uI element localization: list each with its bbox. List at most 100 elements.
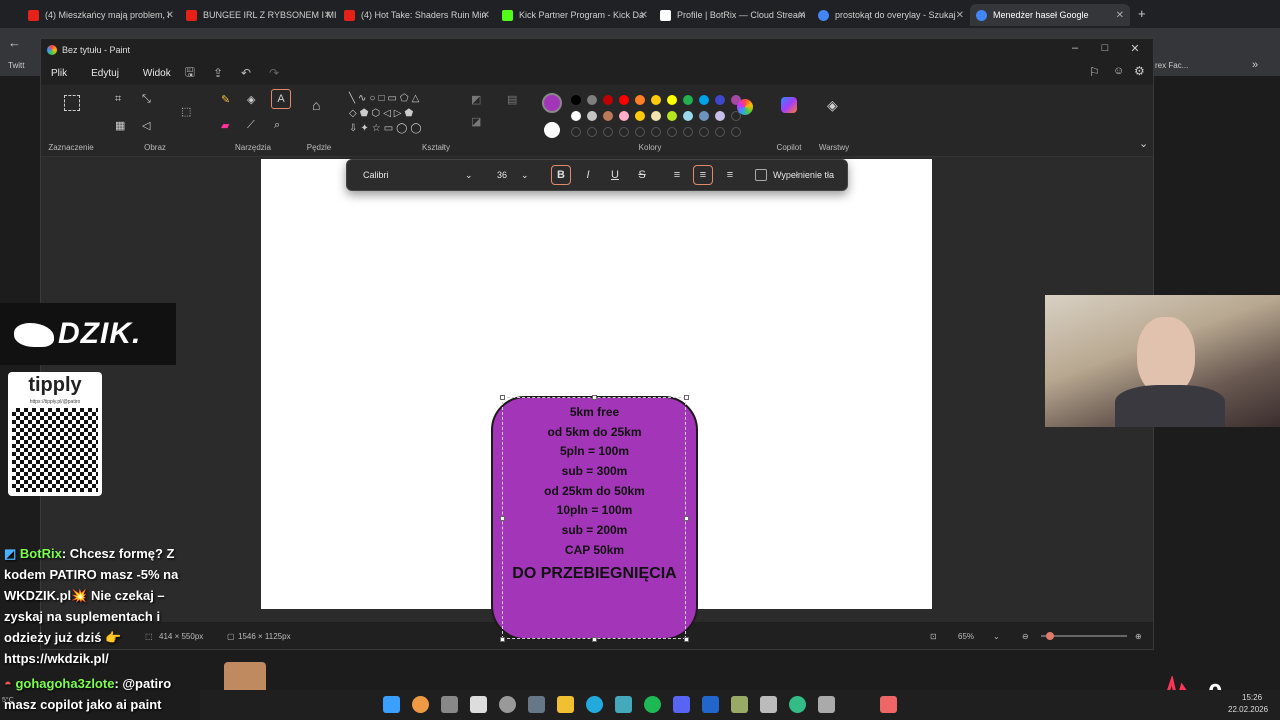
color-picker-icon[interactable]: ⟋: [247, 119, 255, 132]
close-icon[interactable]: ✕: [640, 10, 648, 21]
color-swatch[interactable]: [587, 95, 597, 105]
app-icon[interactable]: [470, 696, 487, 713]
color-swatch[interactable]: [699, 95, 709, 105]
browser-tab[interactable]: prostokąt do overylay - Szukaj ✕: [812, 4, 970, 26]
fill-background-checkbox[interactable]: [755, 169, 767, 181]
browser-tab[interactable]: (4) Mieszkańcy mają problem, i ✕: [22, 4, 180, 26]
back-icon[interactable]: ←: [8, 35, 21, 50]
color-swatch[interactable]: [603, 111, 613, 121]
font-family-select[interactable]: Calibri ⌄: [363, 160, 483, 190]
save-icon[interactable]: 🖫: [185, 63, 195, 84]
gear-icon[interactable]: ⚙: [1134, 64, 1145, 78]
text-tool-icon[interactable]: A: [271, 89, 291, 109]
fill-icon[interactable]: ◈: [247, 93, 255, 106]
color-swatch[interactable]: [651, 111, 661, 121]
color-swatch[interactable]: [715, 95, 725, 105]
resize-handle[interactable]: [500, 395, 505, 400]
close-icon[interactable]: ✕: [1121, 42, 1149, 55]
color-swatch[interactable]: [619, 111, 629, 121]
share-icon[interactable]: ⇪: [213, 66, 223, 80]
underline-icon[interactable]: U: [605, 165, 625, 185]
layers-icon[interactable]: ◈: [827, 97, 838, 114]
fit-to-window-icon[interactable]: ⊡: [930, 632, 937, 641]
browser-tab[interactable]: (4) Hot Take: Shaders Ruin Min ✕: [338, 4, 496, 26]
copilot-icon[interactable]: [781, 97, 797, 113]
bookmark-item[interactable]: Twitt: [8, 61, 24, 70]
outline-icon[interactable]: ◩: [471, 93, 481, 106]
steam-icon[interactable]: [528, 696, 545, 713]
custom-color-slot[interactable]: [635, 127, 645, 137]
menu-view[interactable]: Widok: [143, 68, 171, 79]
color-swatch[interactable]: [635, 95, 645, 105]
close-icon[interactable]: ✕: [166, 10, 174, 21]
bookmark-item[interactable]: rex Fac...: [1155, 61, 1188, 70]
color-swatch[interactable]: [571, 95, 581, 105]
primary-color-swatch[interactable]: [542, 93, 562, 113]
spotify-icon[interactable]: [644, 696, 661, 713]
app-icon[interactable]: [499, 696, 516, 713]
maximize-icon[interactable]: □: [1091, 42, 1119, 54]
app-icon[interactable]: [441, 696, 458, 713]
chevron-down-icon[interactable]: ⌄: [1139, 137, 1148, 150]
edit-colors-icon[interactable]: [737, 99, 753, 115]
italic-icon[interactable]: I: [578, 165, 598, 185]
color-swatch[interactable]: [587, 111, 597, 121]
bold-icon[interactable]: B: [551, 165, 571, 185]
browser-tab[interactable]: Profile | BotRix — Cloud Stream ✕: [654, 4, 812, 26]
app-icon[interactable]: [789, 696, 806, 713]
zoom-in-icon[interactable]: ⊕: [1135, 632, 1142, 641]
start-icon[interactable]: [383, 696, 400, 713]
app-icon[interactable]: [586, 696, 603, 713]
color-swatch[interactable]: [683, 95, 693, 105]
color-swatch[interactable]: [651, 95, 661, 105]
size-icon[interactable]: ▤: [507, 93, 517, 106]
new-tab-icon[interactable]: +: [1138, 6, 1146, 21]
undo-icon[interactable]: ↶: [241, 66, 251, 80]
custom-color-slot[interactable]: [731, 127, 741, 137]
chevron-right-icon[interactable]: »: [1252, 59, 1258, 71]
minimize-icon[interactable]: –: [1061, 42, 1089, 54]
redo-icon[interactable]: ↷: [269, 66, 279, 80]
shape-text[interactable]: 5km free od 5km do 25km 5pln = 100m sub …: [491, 403, 698, 587]
menu-file[interactable]: Plik: [51, 68, 67, 79]
close-icon[interactable]: ✕: [956, 10, 964, 21]
app-icon[interactable]: [702, 696, 719, 713]
align-left-icon[interactable]: ≡: [667, 165, 687, 185]
custom-color-slot[interactable]: [715, 127, 725, 137]
custom-color-slot[interactable]: [667, 127, 677, 137]
color-swatch[interactable]: [571, 111, 581, 121]
browser-tab[interactable]: Kick Partner Program - Kick Da ✕: [496, 4, 654, 26]
crop-icon[interactable]: ⌗: [115, 93, 121, 106]
clock-date[interactable]: 22.02.2026: [1228, 705, 1268, 714]
custom-color-slot[interactable]: [587, 127, 597, 137]
custom-color-slot[interactable]: [651, 127, 661, 137]
zoom-out-icon[interactable]: ⊖: [1022, 632, 1029, 641]
magnifier-icon[interactable]: ⌕: [274, 119, 280, 132]
fill-style-icon[interactable]: ◪: [471, 115, 481, 128]
clock-time[interactable]: 15:26: [1242, 693, 1262, 702]
account-icon[interactable]: ☺: [1113, 65, 1124, 77]
resize-icon[interactable]: ⤡: [142, 93, 151, 106]
menu-edit[interactable]: Edytuj: [91, 68, 119, 79]
selection-icon[interactable]: [64, 95, 80, 111]
chevron-down-icon[interactable]: ⌄: [993, 632, 1000, 641]
browser-tab-active[interactable]: Menedżer haseł Google ✕: [970, 4, 1130, 26]
close-icon[interactable]: ✕: [798, 10, 806, 21]
app-icon[interactable]: [731, 696, 748, 713]
custom-color-slot[interactable]: [619, 127, 629, 137]
rotate-icon[interactable]: ◁: [142, 119, 150, 132]
close-icon[interactable]: ✕: [1116, 10, 1124, 21]
discord-icon[interactable]: [673, 696, 690, 713]
browser-tab[interactable]: BUNGEE IRL Z RYBSONEM I MI ✕: [180, 4, 338, 26]
custom-color-slot[interactable]: [699, 127, 709, 137]
feedback-icon[interactable]: ⚐: [1089, 65, 1100, 79]
close-icon[interactable]: ✕: [482, 10, 490, 21]
custom-color-slot[interactable]: [603, 127, 613, 137]
strikethrough-icon[interactable]: S: [632, 165, 652, 185]
folder-icon[interactable]: [557, 696, 574, 713]
custom-color-slot[interactable]: [571, 127, 581, 137]
app-icon[interactable]: [818, 696, 835, 713]
align-right-icon[interactable]: ≡: [720, 165, 740, 185]
color-swatch[interactable]: [619, 95, 629, 105]
zoom-level[interactable]: 65%: [958, 632, 974, 641]
